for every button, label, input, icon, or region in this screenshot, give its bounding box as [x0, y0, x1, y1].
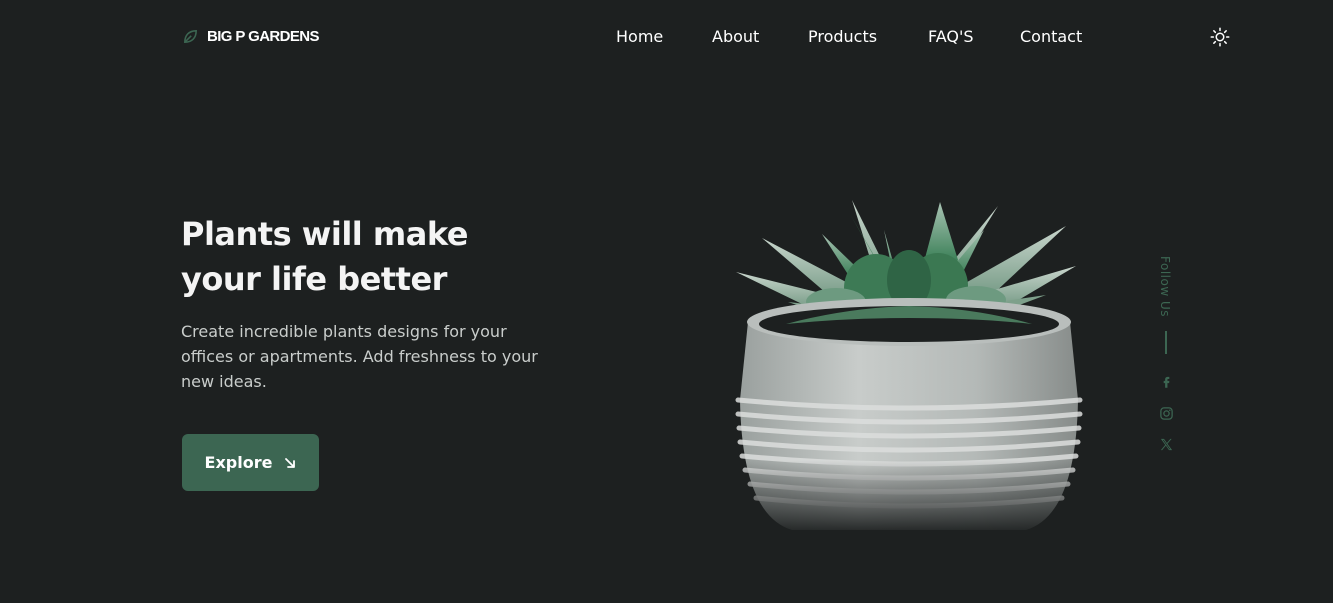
x-twitter-icon[interactable] [1159, 437, 1174, 452]
nav-contact[interactable]: Contact [1020, 27, 1082, 46]
explore-button[interactable]: Explore [182, 434, 319, 491]
hero-title-line-1: Plants will make [181, 215, 468, 253]
nav-products[interactable]: Products [808, 27, 877, 46]
page: BIG P GARDENS Home About Products FAQ'S … [0, 0, 1333, 603]
explore-button-label: Explore [204, 453, 273, 472]
sun-icon[interactable] [1210, 27, 1230, 47]
follow-us-label: Follow Us [1158, 256, 1172, 317]
hero-title: Plants will make your life better [181, 212, 601, 302]
hero-description: Create incredible plants designs for you… [181, 322, 538, 391]
nav-faqs[interactable]: FAQ'S [928, 27, 974, 46]
logo[interactable]: BIG P GARDENS [182, 28, 320, 45]
follow-divider [1165, 331, 1167, 354]
nav-home[interactable]: Home [616, 27, 663, 46]
leaf-icon [184, 30, 197, 43]
hero-title-line-2: your life better [181, 260, 447, 298]
arrow-down-right-icon [285, 457, 296, 468]
facebook-icon[interactable] [1159, 374, 1174, 389]
nav-about[interactable]: About [712, 27, 759, 46]
brand-name: BIG P GARDENS [207, 28, 320, 45]
plant-image [726, 200, 1092, 535]
instagram-icon[interactable] [1159, 406, 1174, 421]
